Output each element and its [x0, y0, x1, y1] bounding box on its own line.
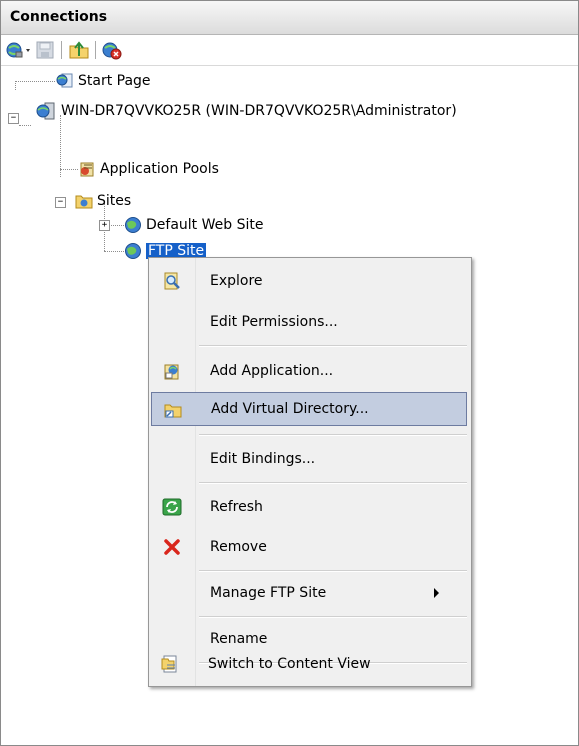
menu-item-edit-permissions[interactable]: Edit Permissions...	[151, 305, 467, 339]
disconnect-icon	[102, 42, 122, 60]
tree-line	[15, 81, 55, 82]
save-icon	[36, 41, 54, 59]
menu-separator	[199, 482, 467, 484]
explore-icon	[164, 272, 180, 290]
toolbar-separator	[61, 41, 62, 59]
add-application-icon	[164, 364, 179, 380]
save-button[interactable]	[35, 40, 55, 60]
menu-item-add-application[interactable]: Add Application...	[151, 354, 467, 388]
tree-node-start-page[interactable]: Start Page	[56, 71, 151, 91]
remove-icon	[164, 539, 180, 555]
menu-item-refresh[interactable]: Refresh	[151, 490, 467, 524]
connections-panel: Connections Start Page − WIN-DR7QVVKO25R…	[0, 0, 579, 746]
menu-item-add-virtual-directory[interactable]: Add Virtual Directory...	[151, 392, 467, 426]
globe-connect-icon	[6, 42, 30, 58]
menu-item-label: Remove	[210, 539, 267, 555]
tree-node-label: Default Web Site	[146, 217, 264, 233]
menu-item-label: Rename	[210, 631, 268, 647]
panel-header: Connections	[1, 1, 578, 35]
menu-separator	[199, 616, 467, 618]
tree-line	[108, 225, 124, 226]
tree-node-sites[interactable]: Sites	[75, 191, 131, 211]
menu-item-label: Add Application...	[210, 363, 334, 379]
menu-item-label: Explore	[210, 273, 263, 289]
menu-item-manage-ftp-site[interactable]: Manage FTP Site	[151, 576, 467, 610]
tree-node-default-web-site[interactable]: Default Web Site	[124, 215, 263, 235]
application-pools-icon	[80, 162, 94, 177]
up-level-button[interactable]	[68, 40, 90, 60]
connect-button[interactable]	[5, 40, 33, 60]
collapse-toggle[interactable]: −	[55, 197, 66, 208]
start-page-icon	[56, 73, 73, 88]
menu-separator	[199, 345, 467, 347]
refresh-icon	[162, 498, 182, 516]
tree-node-label: Sites	[97, 193, 132, 209]
menu-item-label: Edit Permissions...	[210, 314, 338, 330]
tree-node-label: Start Page	[78, 73, 151, 89]
tree-line	[19, 125, 31, 126]
folder-up-icon	[69, 41, 89, 59]
menu-item-label: Refresh	[210, 499, 263, 515]
menu-separator	[199, 570, 467, 572]
menu-item-label: Switch to Content View	[208, 656, 371, 672]
menu-item-switch-to-content-view[interactable]: Switch to Content View	[149, 647, 465, 681]
expand-toggle[interactable]: +	[99, 220, 110, 231]
tree-line	[60, 169, 78, 170]
globe-icon	[125, 217, 141, 233]
collapse-toggle[interactable]: −	[8, 113, 19, 124]
sites-folder-icon	[75, 195, 93, 209]
menu-item-label: Edit Bindings...	[210, 451, 316, 467]
tree-line	[15, 81, 16, 90]
tree-node-label: Application Pools	[100, 161, 219, 177]
globe-icon	[125, 243, 141, 259]
menu-item-edit-bindings[interactable]: Edit Bindings...	[151, 442, 467, 476]
toolbar-separator	[95, 41, 96, 59]
add-virtual-directory-icon	[164, 404, 182, 418]
toolbar	[1, 35, 578, 66]
panel-title: Connections	[10, 9, 108, 25]
tree-node-server[interactable]: WIN-DR7QVVKO25R (WIN-DR7QVVKO25R\Adminis…	[35, 93, 457, 129]
menu-item-label: Add Virtual Directory...	[211, 401, 369, 417]
disconnect-button[interactable]	[101, 40, 123, 60]
submenu-arrow-icon	[434, 588, 439, 598]
menu-item-explore[interactable]: Explore	[151, 264, 467, 298]
tree-node-application-pools[interactable]: Application Pools	[78, 159, 219, 179]
menu-item-remove[interactable]: Remove	[151, 530, 467, 564]
menu-item-label: Manage FTP Site	[210, 585, 327, 601]
server-icon	[36, 102, 55, 120]
tree-line	[104, 251, 124, 252]
menu-separator	[199, 434, 467, 436]
tree-node-label: WIN-DR7QVVKO25R (WIN-DR7QVVKO25R\Adminis…	[61, 103, 457, 119]
context-menu: Explore Edit Permissions... Add Applicat…	[148, 257, 472, 687]
content-view-icon	[161, 655, 177, 673]
